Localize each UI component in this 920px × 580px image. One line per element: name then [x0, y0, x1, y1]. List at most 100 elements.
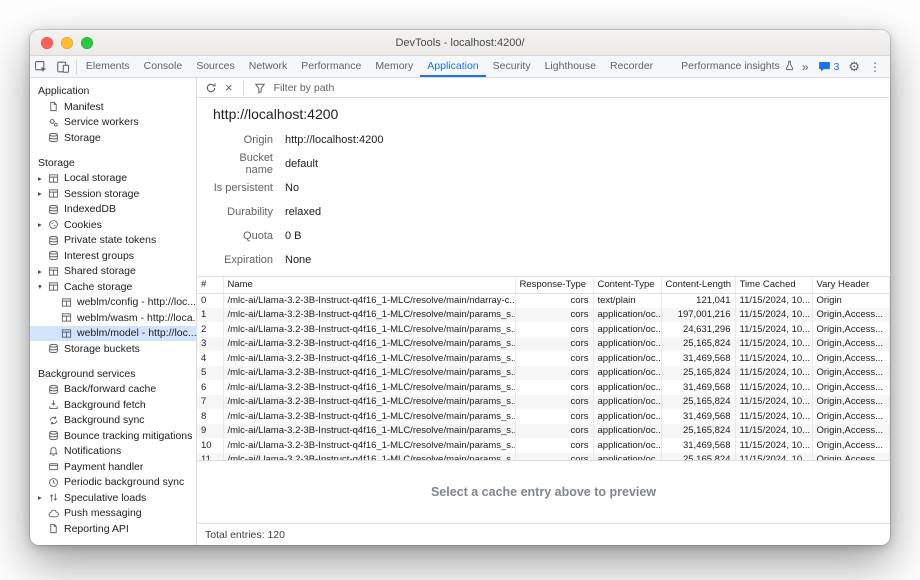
column-header-name[interactable]: Name [223, 277, 515, 293]
sidebar-item-weblm-model-http-loc[interactable]: weblm/model - http://loc... [30, 326, 196, 342]
cache-entry-row[interactable]: 10 /mlc-ai/Llama-3.2-3B-Instruct-q4f16_1… [197, 438, 890, 453]
expand-arrow-icon[interactable]: ▸ [38, 493, 48, 502]
database-icon [48, 430, 59, 441]
sidebar-item-weblm-config-http-loc[interactable]: weblm/config - http://loc... [30, 295, 196, 311]
console-messages-badge[interactable]: 3 [818, 60, 840, 73]
cell-time-cached: 11/15/2024, 10... [735, 322, 812, 337]
tab-lighthouse[interactable]: Lighthouse [538, 56, 603, 77]
cell-content-length: 25,165,824 [661, 337, 735, 352]
minimize-window-button[interactable] [61, 37, 73, 49]
cache-entry-row[interactable]: 4 /mlc-ai/Llama-3.2-3B-Instruct-q4f16_1-… [197, 351, 890, 366]
refresh-icon[interactable] [205, 82, 217, 94]
tab-elements[interactable]: Elements [79, 56, 137, 77]
delete-selected-icon[interactable]: × [225, 81, 233, 94]
sync-icon [48, 415, 59, 426]
cell-index: 9 [197, 424, 223, 439]
cell-index: 7 [197, 395, 223, 410]
sidebar-item-label: Bounce tracking mitigations [64, 430, 192, 442]
bell-icon [48, 446, 59, 457]
sidebar-item-interest-groups[interactable]: Interest groups [30, 248, 196, 264]
sidebar-item-push-messaging[interactable]: Push messaging [30, 506, 196, 522]
kebab-menu-icon[interactable]: ⋮ [869, 60, 881, 74]
sidebar-item-weblm-wasm-http-loca[interactable]: weblm/wasm - http://loca... [30, 310, 196, 326]
cache-entry-row[interactable]: 3 /mlc-ai/Llama-3.2-3B-Instruct-q4f16_1-… [197, 337, 890, 352]
sidebar-section-storage: Storage [30, 155, 196, 171]
column-header-response-type[interactable]: Response-Type [515, 277, 593, 293]
settings-gear-icon[interactable]: ⚙ [848, 59, 860, 75]
cache-entry-row[interactable]: 8 /mlc-ai/Llama-3.2-3B-Instruct-q4f16_1-… [197, 409, 890, 424]
tab-performance[interactable]: Performance [294, 56, 368, 77]
cache-toolbar: × [197, 78, 890, 98]
sidebar-item-payment-handler[interactable]: Payment handler [30, 459, 196, 475]
expand-arrow-icon[interactable]: ▸ [38, 174, 48, 183]
sidebar-item-indexeddb[interactable]: IndexedDB [30, 202, 196, 218]
sidebar-item-local-storage[interactable]: ▸ Local storage [30, 171, 196, 187]
column-header-time-cached[interactable]: Time Cached [735, 277, 812, 293]
close-window-button[interactable] [41, 37, 53, 49]
sidebar-item-cache-storage[interactable]: ▾ Cache storage [30, 279, 196, 295]
cache-entry-row[interactable]: 1 /mlc-ai/Llama-3.2-3B-Instruct-q4f16_1-… [197, 308, 890, 323]
expand-arrow-icon[interactable]: ▸ [38, 189, 48, 198]
sidebar-item-back-forward-cache[interactable]: Back/forward cache [30, 382, 196, 398]
expand-arrow-icon[interactable]: ▾ [38, 282, 48, 291]
sidebar-item-session-storage[interactable]: ▸ Session storage [30, 186, 196, 202]
zoom-window-button[interactable] [81, 37, 93, 49]
sidebar-item-service-workers[interactable]: Service workers [30, 115, 196, 131]
column-header-vary-header[interactable]: Vary Header [812, 277, 890, 293]
cache-entries-grid[interactable]: #NameResponse-TypeContent-TypeContent-Le… [197, 276, 890, 460]
window-titlebar[interactable]: DevTools - localhost:4200/ [30, 30, 890, 56]
sidebar-item-label: Push messaging [64, 507, 142, 519]
cache-entry-row[interactable]: 7 /mlc-ai/Llama-3.2-3B-Instruct-q4f16_1-… [197, 395, 890, 410]
expand-arrow-icon[interactable]: ▸ [38, 220, 48, 229]
cache-entry-row[interactable]: 5 /mlc-ai/Llama-3.2-3B-Instruct-q4f16_1-… [197, 366, 890, 381]
column-header-num[interactable]: # [197, 277, 223, 293]
column-header-content-type[interactable]: Content-Type [593, 277, 661, 293]
cell-vary-header: Origin,Access... [812, 366, 890, 381]
sidebar-item-storage[interactable]: Storage [30, 130, 196, 146]
inspect-element-icon[interactable] [30, 56, 52, 77]
device-toolbar-icon[interactable] [52, 56, 74, 77]
tab-console[interactable]: Console [137, 56, 190, 77]
sidebar-item-background-fetch[interactable]: Background fetch [30, 397, 196, 413]
cell-name: /mlc-ai/Llama-3.2-3B-Instruct-q4f16_1-ML… [223, 366, 515, 381]
cache-entry-row[interactable]: 0 /mlc-ai/Llama-3.2-3B-Instruct-q4f16_1-… [197, 293, 890, 308]
tab-application[interactable]: Application [420, 56, 485, 77]
devtools-window: DevTools - localhost:4200/ Elements Cons… [30, 30, 890, 545]
sidebar-item-shared-storage[interactable]: ▸ Shared storage [30, 264, 196, 280]
cache-entry-row[interactable]: 11 /mlc-ai/Llama-3.2-3B-Instruct-q4f16_1… [197, 453, 890, 461]
sidebar-item-periodic-background-sync[interactable]: Periodic background sync [30, 475, 196, 491]
cell-time-cached: 11/15/2024, 10... [735, 293, 812, 308]
tab-network[interactable]: Network [242, 56, 295, 77]
tab-sources[interactable]: Sources [189, 56, 242, 77]
table-icon [48, 188, 59, 199]
tab-recorder[interactable]: Recorder [603, 56, 660, 77]
sidebar-item-storage-buckets[interactable]: Storage buckets [30, 341, 196, 357]
sidebar-item-label: Storage [64, 132, 101, 144]
sidebar-item-background-sync[interactable]: Background sync [30, 413, 196, 429]
cell-response-type: cors [515, 438, 593, 453]
sidebar-item-private-state-tokens[interactable]: Private state tokens [30, 233, 196, 249]
sidebar-item-cookies[interactable]: ▸ Cookies [30, 217, 196, 233]
cell-response-type: cors [515, 322, 593, 337]
cell-index: 1 [197, 308, 223, 323]
tab-memory[interactable]: Memory [368, 56, 420, 77]
sidebar-section-application: Application [30, 83, 196, 99]
filter-by-path-input[interactable] [274, 82, 890, 94]
sidebar-item-reporting-api[interactable]: Reporting API [30, 521, 196, 537]
tab-security[interactable]: Security [486, 56, 538, 77]
expand-arrow-icon[interactable]: ▸ [38, 267, 48, 276]
cell-time-cached: 11/15/2024, 10... [735, 308, 812, 323]
cache-entry-row[interactable]: 2 /mlc-ai/Llama-3.2-3B-Instruct-q4f16_1-… [197, 322, 890, 337]
sidebar-item-bounce-tracking-mitigations[interactable]: Bounce tracking mitigations [30, 428, 196, 444]
cache-entry-row[interactable]: 6 /mlc-ai/Llama-3.2-3B-Instruct-q4f16_1-… [197, 380, 890, 395]
sidebar-item-label: weblm/wasm - http://loca... [77, 312, 196, 324]
column-header-content-length[interactable]: Content-Length [661, 277, 735, 293]
sidebar-item-notifications[interactable]: Notifications [30, 444, 196, 460]
cache-entry-row[interactable]: 9 /mlc-ai/Llama-3.2-3B-Instruct-q4f16_1-… [197, 424, 890, 439]
tab-label: Performance [301, 60, 361, 72]
cell-time-cached: 11/15/2024, 10... [735, 351, 812, 366]
more-tabs-button[interactable]: » [802, 60, 809, 74]
sidebar-item-manifest[interactable]: Manifest [30, 99, 196, 115]
tab-performance-insights[interactable]: Performance insights [674, 56, 802, 77]
sidebar-item-speculative-loads[interactable]: ▸ Speculative loads [30, 490, 196, 506]
